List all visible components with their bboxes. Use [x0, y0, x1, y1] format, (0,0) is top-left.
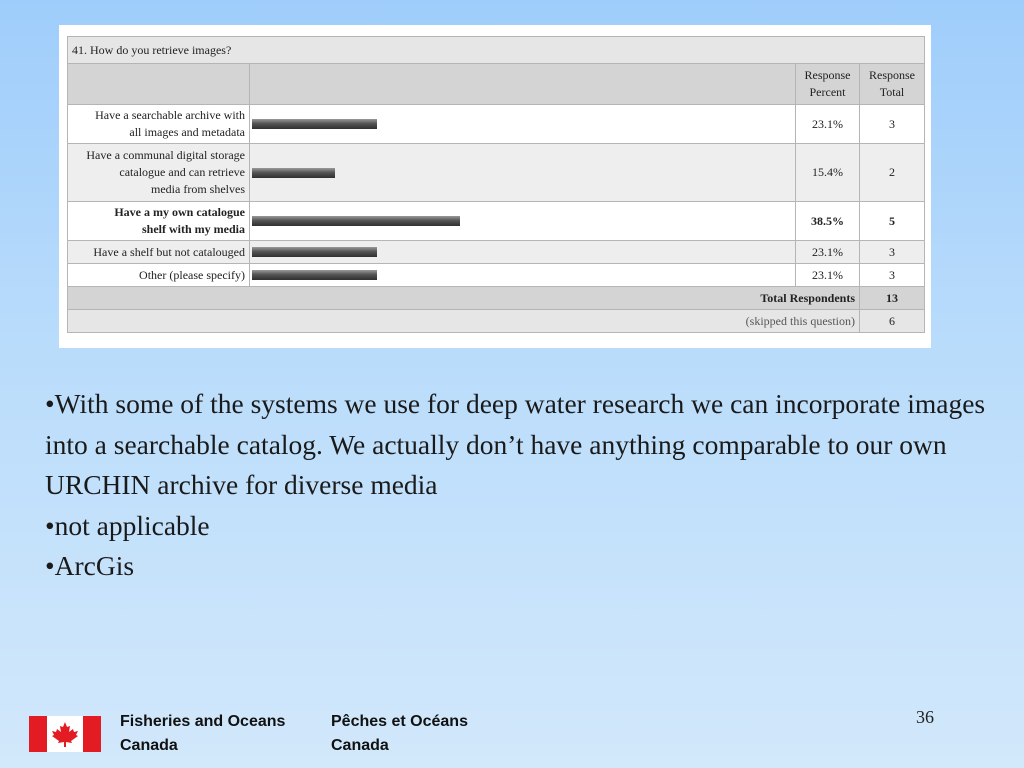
footer-french-wordmark: Pêches et Océans Canada: [331, 710, 468, 758]
footer-en-line1: Fisheries and Oceans: [120, 713, 286, 730]
header-percent-line2: Percent: [809, 85, 846, 99]
total-respondents-label: Total Respondents: [67, 286, 860, 310]
response-bar: [252, 247, 377, 257]
survey-results-table: 41. How do you retrieve images? Response…: [66, 36, 926, 333]
answer-bar-cell: [249, 104, 796, 144]
header-empty-cell: [67, 63, 250, 105]
answer-label: Have a communal digital storage catalogu…: [67, 143, 250, 202]
skipped-label: (skipped this question): [67, 309, 860, 333]
survey-results-panel: 41. How do you retrieve images? Response…: [59, 25, 931, 348]
response-bar: [252, 270, 377, 280]
answer-bar-cell: [249, 143, 796, 202]
total-respondents-value: 13: [858, 286, 926, 310]
response-bar: [252, 167, 336, 178]
answer-row-highlighted: Have a my own catalogue shelf with my me…: [67, 201, 926, 241]
page-number: 36: [916, 707, 934, 727]
answer-label-line: Have a my own catalogue: [114, 205, 245, 219]
footer-en-line2: Canada: [120, 737, 178, 754]
canada-flag-icon: [29, 716, 101, 752]
answer-bar-cell: [249, 240, 796, 264]
skipped-row: (skipped this question) 6: [67, 309, 926, 333]
answer-total: 3: [858, 104, 926, 144]
footer-fr-line1: Pêches et Océans: [331, 713, 468, 730]
response-bar: [252, 216, 461, 226]
answer-bar-cell: [249, 263, 796, 287]
answer-percent: 15.4%: [795, 143, 860, 202]
answer-label-line: Have a searchable archive with: [95, 108, 245, 122]
total-respondents-row: Total Respondents 13: [67, 286, 926, 310]
header-total-line2: Total: [879, 85, 905, 99]
header-row: Response Percent Response Total: [67, 63, 926, 105]
header-percent-line1: Response: [804, 68, 851, 82]
header-response-percent: Response Percent: [795, 63, 860, 105]
answer-label-line: all images and metadata: [129, 125, 245, 139]
bullet-item: •not applicable: [45, 509, 210, 541]
maple-leaf-icon: [52, 722, 78, 747]
skipped-value: 6: [858, 309, 926, 333]
bullet-item: •ArcGis: [45, 550, 135, 582]
answer-percent: 23.1%: [795, 263, 860, 287]
answer-row: Have a searchable archive with all image…: [67, 104, 926, 144]
question-row: 41. How do you retrieve images?: [66, 36, 926, 64]
answer-total: 3: [858, 240, 926, 264]
answer-label-line: shelf with my media: [142, 222, 245, 236]
answer-row: Have a communal digital storage catalogu…: [67, 143, 926, 202]
response-bar: [252, 119, 377, 129]
answer-label: Other (please specify): [67, 263, 250, 287]
footer-fr-line2: Canada: [331, 737, 389, 754]
answer-percent: 23.1%: [795, 240, 860, 264]
answer-label: Have a shelf but not catalouged: [67, 240, 250, 264]
answer-total: 5: [858, 201, 926, 241]
answer-label: Have a my own catalogue shelf with my me…: [67, 201, 250, 241]
question-title: 41. How do you retrieve images?: [66, 36, 926, 64]
answer-percent: 23.1%: [795, 104, 860, 144]
answer-label-line: catalogue and can retrieve: [119, 165, 245, 179]
footer-english-wordmark: Fisheries and Oceans Canada: [120, 710, 285, 758]
answer-row: Have a shelf but not catalouged 23.1% 3: [67, 240, 926, 264]
answer-label: Have a searchable archive with all image…: [67, 104, 250, 144]
bullet-list: •With some of the systems we use for dee…: [45, 384, 995, 587]
answer-label-line: Have a communal digital storage: [86, 148, 245, 162]
header-bar-cell: [249, 63, 796, 105]
answer-total: 2: [858, 143, 926, 202]
answer-percent: 38.5%: [795, 201, 860, 241]
bullet-item: •With some of the systems we use for dee…: [45, 388, 986, 501]
header-response-total: Response Total: [858, 63, 926, 105]
answer-row: Other (please specify) 23.1% 3: [67, 263, 926, 287]
answer-total: 3: [858, 263, 926, 287]
header-total-line1: Response: [869, 68, 916, 82]
answer-bar-cell: [249, 201, 796, 241]
answer-label-line: media from shelves: [151, 182, 245, 196]
